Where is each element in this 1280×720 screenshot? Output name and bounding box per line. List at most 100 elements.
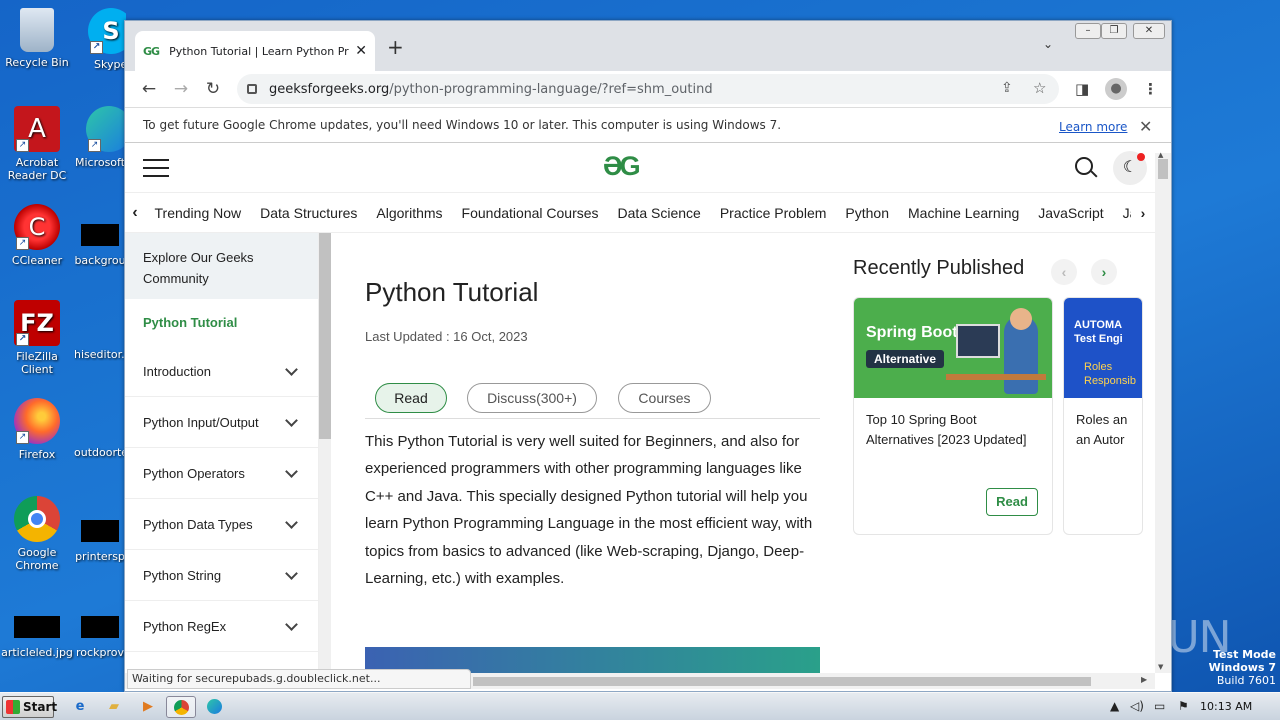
restore-button[interactable]: ❐	[1101, 23, 1127, 39]
chevron-down-icon	[285, 566, 298, 580]
scroll-thumb[interactable]	[1158, 159, 1168, 179]
media-player-taskbar-icon[interactable]: ▶	[134, 696, 162, 718]
ccleaner-icon: C ↗	[14, 204, 60, 250]
reload-icon[interactable]: ↻	[197, 79, 229, 99]
sidebar-scroll-thumb[interactable]	[319, 233, 331, 439]
url-path: /python-programming-language/?ref=shm_ou…	[389, 81, 713, 97]
gfg-favicon-icon: GG	[143, 44, 160, 58]
chrome-desktop-icon[interactable]: Google Chrome	[0, 496, 74, 572]
hiseditor-file-icon[interactable]: hiseditor...	[74, 306, 126, 361]
clock[interactable]: 10:13 AM	[1200, 700, 1252, 713]
lock-icon	[247, 84, 257, 94]
edge-icon: ↗	[86, 106, 126, 152]
recycle-bin-desktop-icon[interactable]: Recycle Bin	[0, 8, 74, 69]
article-card[interactable]: Spring Boot Alternative Top 10 Spring Bo…	[853, 297, 1053, 535]
tab-search-chevron-icon[interactable]: ⌄	[1043, 37, 1053, 51]
menu-kebab-icon[interactable]: ⋮	[1143, 80, 1158, 98]
category-javascript[interactable]: JavaScript	[1029, 205, 1113, 221]
carousel-prev-icon[interactable]: ‹	[1051, 259, 1077, 285]
firefox-desktop-icon[interactable]: ↗ Firefox	[0, 398, 74, 461]
site-header: ƏG ☾	[125, 143, 1155, 193]
courses-tab[interactable]: Courses	[618, 383, 711, 413]
read-tab[interactable]: Read	[375, 383, 447, 413]
nav-right-arrow-icon[interactable]: ›	[1131, 193, 1155, 232]
category-python[interactable]: Python	[836, 205, 899, 221]
gfg-logo[interactable]: ƏG	[603, 151, 641, 182]
forward-arrow-icon[interactable]: →	[165, 79, 197, 99]
window-close-button[interactable]: ✕	[1133, 23, 1165, 39]
page-vertical-scrollbar[interactable]: ▲ ▼	[1155, 151, 1171, 673]
outdoorte-file-icon[interactable]: outdoorte	[74, 404, 126, 459]
sidebar-item-string[interactable]: Python String	[125, 550, 318, 601]
profile-avatar-icon[interactable]: ●	[1105, 78, 1127, 100]
articleled-file-icon[interactable]: articleled.jpg	[0, 606, 74, 659]
sidebar-active-python-tutorial[interactable]: Python Tutorial	[125, 299, 318, 346]
card-thumbnail: Spring Boot Alternative	[854, 298, 1052, 398]
category-algorithms[interactable]: Algorithms	[367, 205, 452, 221]
card-read-button[interactable]: Read	[986, 488, 1038, 516]
back-arrow-icon[interactable]: ←	[133, 79, 165, 99]
backgrou-file-icon[interactable]: backgrou	[74, 212, 126, 267]
acrobat-desktop-icon[interactable]: A ↗ Acrobat Reader DC	[0, 106, 74, 182]
tab-strip: GG Python Tutorial | Learn Python Progr …	[125, 21, 1171, 71]
ie-taskbar-icon[interactable]: e	[66, 696, 94, 718]
discuss-tab[interactable]: Discuss(300+)	[467, 383, 597, 413]
category-practice-problem[interactable]: Practice Problem	[710, 205, 836, 221]
side-panel-icon[interactable]: ◨	[1075, 80, 1089, 98]
hamburger-menu-icon[interactable]	[143, 159, 169, 177]
category-trending-now[interactable]: Trending Now	[145, 205, 251, 221]
close-tab-icon[interactable]: ✕	[355, 43, 367, 59]
sidebar-scrollbar[interactable]	[319, 233, 331, 675]
sidebar-item-introduction[interactable]: Introduction	[125, 346, 318, 397]
minimize-button[interactable]: –	[1075, 23, 1101, 39]
scroll-right-arrow-icon[interactable]: ▶	[1141, 675, 1147, 684]
explorer-taskbar-icon[interactable]: ▰	[100, 696, 128, 718]
infobar-close-icon[interactable]: ✕	[1139, 117, 1152, 136]
h-scroll-thumb[interactable]	[473, 677, 1091, 686]
sidebar-item-data-types[interactable]: Python Data Types	[125, 499, 318, 550]
sidebar-item-input-output[interactable]: Python Input/Output	[125, 397, 318, 448]
category-machine-learning[interactable]: Machine Learning	[899, 205, 1029, 221]
skype-desktop-icon[interactable]: S ↗ Skype	[74, 8, 126, 71]
edge-desktop-icon[interactable]: ↗ Microsoft	[74, 106, 126, 169]
ccleaner-desktop-icon[interactable]: C ↗ CCleaner	[0, 204, 74, 267]
infobar-text: To get future Google Chrome updates, you…	[143, 118, 782, 132]
chrome-taskbar-icon[interactable]	[166, 696, 196, 718]
file-icon	[81, 616, 119, 638]
share-icon[interactable]: ⇪	[1001, 80, 1013, 96]
address-bar[interactable]: geeksforgeeks.org/python-programming-lan…	[237, 74, 1059, 104]
start-button[interactable]: Start	[2, 696, 57, 718]
file-icon	[81, 520, 119, 542]
search-icon[interactable]	[1075, 157, 1093, 175]
network-icon[interactable]: ▭	[1154, 699, 1165, 713]
sidebar-item-regex[interactable]: Python RegEx	[125, 601, 318, 652]
printersp-file-icon[interactable]: printersp	[74, 508, 126, 563]
category-data-science[interactable]: Data Science	[608, 205, 710, 221]
card-title[interactable]: Top 10 Spring Boot Alternatives [2023 Up…	[854, 398, 1052, 462]
tray-expand-icon[interactable]: ▲	[1110, 699, 1119, 713]
tab-python-tutorial[interactable]: GG Python Tutorial | Learn Python Progr …	[135, 31, 375, 71]
bookmark-star-icon[interactable]: ☆	[1033, 79, 1046, 97]
article-card[interactable]: AUTOMA Test Engi Roles Responsib Roles a…	[1063, 297, 1143, 535]
learn-more-link[interactable]: Learn more	[1059, 120, 1127, 134]
nav-left-arrow-icon[interactable]: ‹	[125, 204, 145, 222]
dark-mode-toggle[interactable]: ☾	[1113, 151, 1147, 185]
scroll-up-arrow-icon[interactable]: ▲	[1158, 151, 1163, 159]
carousel-next-icon[interactable]: ›	[1091, 259, 1117, 285]
category-foundational-courses[interactable]: Foundational Courses	[452, 205, 608, 221]
test-mode-notice: Test Mode Windows 7 Build 7601	[1208, 648, 1276, 687]
volume-icon[interactable]: ◁)	[1130, 699, 1144, 713]
status-bubble: Waiting for securepubads.g.doubleclick.n…	[127, 669, 471, 689]
new-tab-button[interactable]: +	[387, 35, 404, 59]
card-title[interactable]: Roles an an Autor	[1064, 398, 1142, 462]
filezilla-desktop-icon[interactable]: FZ ↗ FileZilla Client	[0, 300, 74, 376]
category-data-structures[interactable]: Data Structures	[251, 205, 367, 221]
community-banner[interactable]: Explore Our Geeks Community	[125, 233, 318, 299]
action-center-flag-icon[interactable]: ⚑	[1178, 699, 1189, 713]
scroll-down-arrow-icon[interactable]: ▼	[1158, 663, 1163, 671]
rockprov-file-icon[interactable]: rockprov	[74, 606, 126, 659]
tab-title: Python Tutorial | Learn Python Progr	[169, 44, 350, 58]
taskbar: Start e ▰ ▶ ▲ ◁) ▭ ⚑ 10:13 AM	[0, 692, 1280, 720]
edge-taskbar-icon[interactable]	[200, 696, 228, 718]
sidebar-item-operators[interactable]: Python Operators	[125, 448, 318, 499]
